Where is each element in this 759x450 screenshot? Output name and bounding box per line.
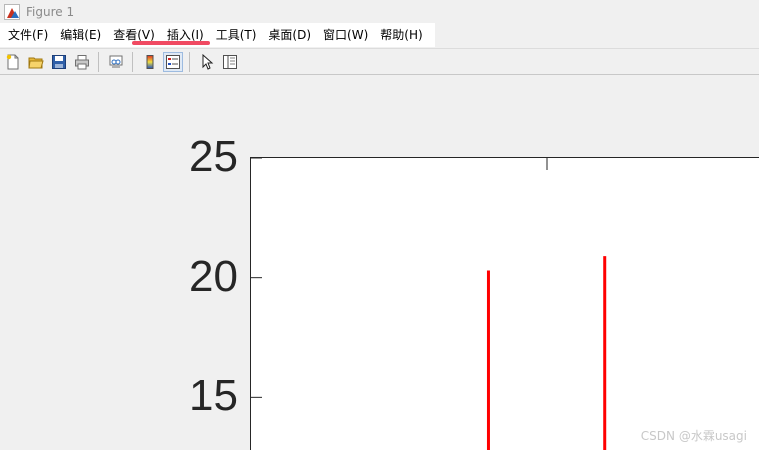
- menu-desktop[interactable]: 桌面(D): [262, 23, 317, 47]
- link-plot-icon[interactable]: [106, 52, 126, 72]
- axes-box: [250, 157, 759, 450]
- menu-bar: 文件(F) 编辑(E) 查看(V) 插入(I) 工具(T) 桌面(D) 窗口(W) 帮助(H): [0, 23, 759, 47]
- open-folder-icon[interactable]: [26, 52, 46, 72]
- y-tick-label: 15: [189, 371, 238, 421]
- plot-axes: [250, 157, 759, 450]
- y-tick-label: 25: [189, 132, 238, 181]
- legend-icon[interactable]: [163, 51, 183, 72]
- toolbar-separator: [189, 51, 190, 72]
- y-tick-label: 20: [189, 251, 238, 301]
- menu-file[interactable]: 文件(F): [2, 23, 54, 47]
- colorbar-icon[interactable]: [140, 52, 160, 72]
- figure-canvas: 25 20 15 CSDN @水霖usagi: [0, 75, 759, 450]
- menu-strip: 文件(F) 编辑(E) 查看(V) 插入(I) 工具(T) 桌面(D) 窗口(W) 帮助(H): [0, 23, 435, 47]
- watermark: CSDN @水霖usagi: [640, 429, 747, 443]
- annotation-underline: [132, 41, 210, 45]
- window-title: Figure 1: [26, 4, 75, 19]
- new-figure-icon[interactable]: [3, 52, 23, 72]
- property-editor-icon[interactable]: [220, 52, 240, 72]
- matlab-icon: [4, 3, 20, 20]
- toolbar-separator: [132, 51, 133, 72]
- print-icon[interactable]: [72, 52, 92, 72]
- menu-edit[interactable]: 编辑(E): [54, 23, 107, 47]
- pointer-icon[interactable]: [197, 52, 217, 72]
- save-icon[interactable]: [49, 52, 69, 72]
- menu-window[interactable]: 窗口(W): [317, 23, 374, 47]
- toolbar: [0, 48, 759, 75]
- menu-tools[interactable]: 工具(T): [210, 23, 263, 47]
- toolbar-separator: [98, 51, 99, 72]
- title-bar: Figure 1: [0, 0, 759, 23]
- menu-help[interactable]: 帮助(H): [374, 23, 428, 47]
